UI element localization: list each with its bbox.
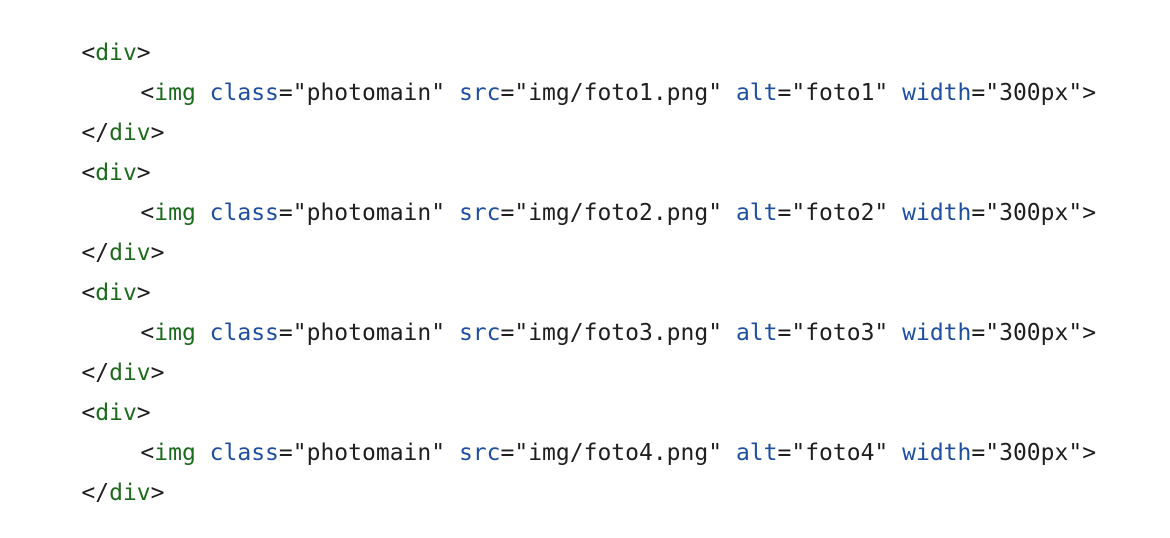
attr-value: "300px" [985,440,1083,466]
attr-value: "300px" [985,200,1083,226]
attr-value: "foto3" [791,320,889,346]
attr-value: "img/foto2.png" [514,200,723,226]
equals: = [971,320,986,346]
close-bracket: > [150,480,165,506]
attr-value: "photomain" [292,80,446,106]
attr-name: alt [735,200,778,226]
attr-name: class [209,80,279,106]
attr-value: "foto2" [791,200,889,226]
code-line: <div> [0,8,150,66]
attr-name: width [902,80,972,106]
attr-name: alt [735,320,778,346]
attr-name: class [209,440,279,466]
attr-name: width [902,440,972,466]
equals: = [278,80,293,106]
attr-value: "img/foto1.png" [514,80,723,106]
code-line: <img class="photomain" src="img/foto3.pn… [0,288,1096,346]
equals: = [500,200,515,226]
close-bracket: > [1082,440,1097,466]
code-line: </div> [0,328,164,386]
equals: = [777,440,792,466]
attr-name: src [458,320,501,346]
code-line: </div> [0,448,164,506]
code-line: <img class="photomain" src="img/foto1.pn… [0,48,1096,106]
attr-name: width [902,320,972,346]
attr-value: "300px" [985,320,1083,346]
close-bracket: > [1082,200,1097,226]
attr-name: src [458,440,501,466]
attr-value: "photomain" [292,440,446,466]
equals: = [777,200,792,226]
open-slash-bracket: </ [81,480,110,506]
equals: = [971,200,986,226]
equals: = [971,440,986,466]
code-line: <img class="photomain" src="img/foto2.pn… [0,168,1096,226]
attr-name: width [902,200,972,226]
attr-name: alt [735,440,778,466]
attr-name: class [209,200,279,226]
equals: = [278,440,293,466]
close-bracket: > [150,360,165,386]
attr-value: "300px" [985,80,1083,106]
equals: = [278,320,293,346]
code-line: <div> [0,128,150,186]
close-bracket: > [1082,80,1097,106]
attr-value: "foto1" [791,80,889,106]
attr-value: "foto4" [791,440,889,466]
code-line: <div> [0,368,150,426]
equals: = [500,440,515,466]
close-bracket: > [1082,320,1097,346]
equals: = [971,80,986,106]
code-line: </div> [0,208,164,266]
code-line: </div> [0,88,164,146]
attr-name: src [458,200,501,226]
code-line: <img class="photomain" src="img/foto4.pn… [0,408,1096,466]
attr-value: "img/foto4.png" [514,440,723,466]
tag-name: div [109,480,151,506]
attr-name: class [209,320,279,346]
close-bracket: > [150,120,165,146]
code-line: <div> [0,248,150,306]
attr-value: "img/foto3.png" [514,320,723,346]
equals: = [500,320,515,346]
equals: = [278,200,293,226]
close-bracket: > [150,240,165,266]
equals: = [777,80,792,106]
attr-value: "photomain" [292,320,446,346]
code-editor: <div> <img class="photomain" src="img/fo… [0,0,1170,506]
equals: = [500,80,515,106]
equals: = [777,320,792,346]
attr-value: "photomain" [292,200,446,226]
attr-name: src [458,80,501,106]
attr-name: alt [735,80,778,106]
